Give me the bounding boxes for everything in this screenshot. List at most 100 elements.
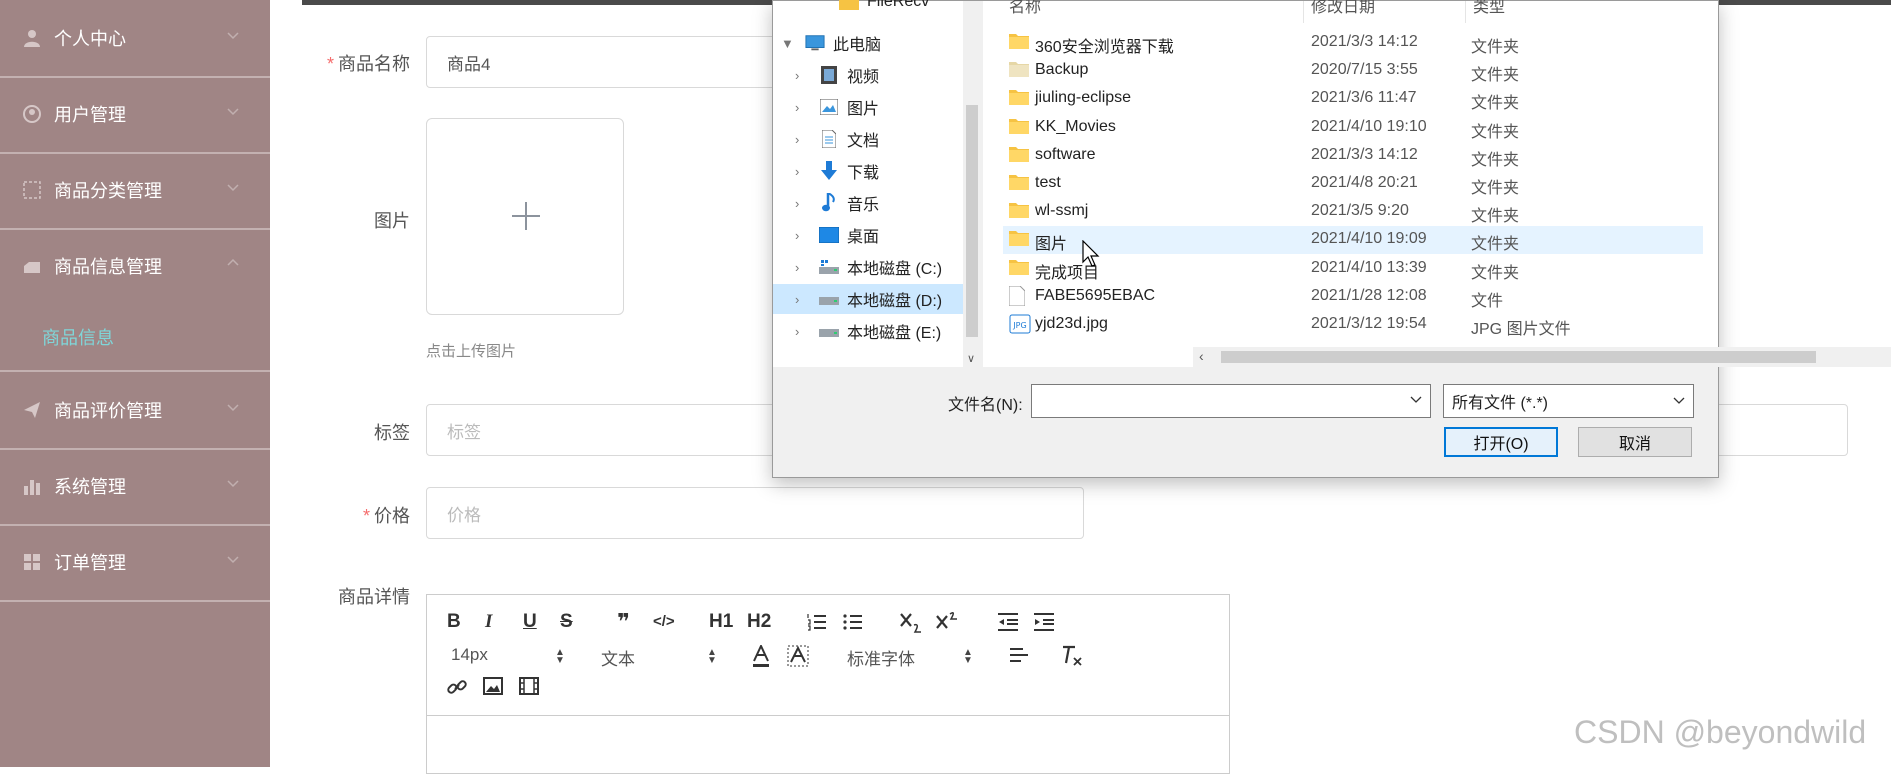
image-label: 图片: [374, 211, 410, 231]
font-size-select[interactable]: 14px ▲ ▼: [451, 645, 565, 666]
sidebar-item-system[interactable]: 系统管理: [0, 448, 270, 526]
column-type[interactable]: 类型: [1473, 0, 1505, 17]
clear-format-icon[interactable]: [1061, 645, 1083, 667]
link-icon[interactable]: [447, 677, 467, 697]
superscript-icon[interactable]: [935, 609, 959, 631]
tree-item-drive-e[interactable]: › 本地磁盘 (E:): [773, 316, 963, 346]
tree-item-pictures[interactable]: › 图片: [773, 92, 963, 122]
file-row[interactable]: wl-ssmj 2021/3/5 9:20 文件夹: [1003, 198, 1703, 226]
underline-button[interactable]: U: [523, 611, 537, 633]
sidebar-subitem-product-info[interactable]: 商品信息: [0, 304, 270, 372]
chevron-down-icon[interactable]: [1410, 393, 1422, 405]
file-name: yjd23d.jpg: [1035, 315, 1108, 332]
code-button[interactable]: </>: [653, 613, 675, 630]
video-icon[interactable]: [519, 677, 539, 695]
tree-item-videos[interactable]: › 视频: [773, 60, 963, 90]
tree-scrollbar[interactable]: ∨: [963, 1, 981, 367]
file-row[interactable]: JPG yjd23d.jpg 2021/3/12 19:54 JPG 图片文件: [1003, 311, 1703, 339]
font-color-icon[interactable]: [751, 645, 771, 667]
rich-text-editor[interactable]: B I U S ❞ </> H1 H2 14px ▲ ▼ 文本 ▲ ▼ 标准字体 ▲ ▼: [426, 594, 1230, 774]
file-type: 文件夹: [1471, 39, 1520, 56]
block-type-select[interactable]: 文本 ▲ ▼: [601, 645, 717, 670]
filename-input[interactable]: [1031, 384, 1431, 418]
sidebar-item-review[interactable]: 商品评价管理: [0, 372, 270, 450]
sidebar-item-label: 商品分类管理: [54, 181, 162, 201]
file-type: 文件夹: [1471, 123, 1520, 141]
file-type-select[interactable]: 所有文件 (*.*): [1443, 384, 1694, 418]
sidebar-item-users[interactable]: 用户管理: [0, 76, 270, 154]
column-name[interactable]: 名称: [1009, 0, 1041, 17]
svg-text:JPG: JPG: [1012, 321, 1026, 330]
subscript-icon[interactable]: [899, 611, 923, 633]
file-date: 2021/3/3 14:12: [1311, 145, 1418, 163]
review-icon: [22, 400, 42, 420]
italic-button[interactable]: I: [485, 611, 492, 633]
file-list: 名称 修改日期 类型 360安全浏览器下载 2021/3/3 14:12 文件夹 Ba…: [983, 0, 1891, 367]
chevron-down-icon: [227, 184, 239, 192]
chevron-right-icon: ›: [795, 227, 800, 243]
price-input[interactable]: 价格: [426, 487, 1084, 539]
file-type: 文件夹: [1471, 236, 1520, 254]
document-icon: [819, 129, 839, 149]
h2-button[interactable]: H2: [747, 611, 771, 633]
tree-item-downloads[interactable]: › 下载: [773, 156, 963, 186]
file-row[interactable]: KK_Movies 2021/4/10 19:10 文件夹: [1003, 114, 1703, 142]
sidebar-item-personal[interactable]: 个人中心: [0, 0, 270, 78]
picture-icon: [819, 97, 839, 117]
chart-icon: [22, 476, 42, 496]
file-date: 2021/4/10 19:10: [1311, 117, 1427, 135]
cancel-button[interactable]: 取消: [1578, 427, 1692, 457]
scroll-left-icon[interactable]: ‹: [1199, 348, 1204, 364]
sidebar-item-product[interactable]: 商品信息管理: [0, 228, 270, 304]
tree-item-documents[interactable]: › 文档: [773, 124, 963, 154]
sidebar-item-orders[interactable]: 订单管理: [0, 524, 270, 602]
tree-item-filerecv[interactable]: FileRecv: [773, 0, 963, 17]
computer-icon: [805, 33, 825, 53]
scrollbar-thumb[interactable]: [966, 105, 978, 337]
file-row[interactable]: 完成项目 2021/4/10 13:39 文件夹: [1003, 255, 1703, 283]
tree-item-drive-d[interactable]: › 本地磁盘 (D:): [773, 284, 963, 314]
tree-item-drive-c[interactable]: › 本地磁盘 (C:): [773, 252, 963, 282]
background-color-icon[interactable]: [787, 645, 809, 667]
indent-icon[interactable]: [1033, 613, 1055, 631]
blockquote-button[interactable]: ❞: [617, 609, 630, 635]
file-row[interactable]: test 2021/4/8 20:21 文件夹: [1003, 170, 1703, 198]
tag-label: 标签: [374, 423, 410, 443]
file-type: JPG 图片文件: [1471, 321, 1571, 338]
file-row[interactable]: 图片 2021/4/10 19:09 文件夹: [1003, 226, 1703, 255]
bold-button[interactable]: B: [447, 611, 461, 633]
ordered-list-icon[interactable]: [807, 613, 827, 631]
h1-button[interactable]: H1: [709, 611, 733, 633]
file-row[interactable]: 360安全浏览器下载 2021/3/3 14:12 文件夹: [1003, 29, 1703, 57]
file-row[interactable]: jiuling-eclipse 2021/3/6 11:47 文件夹: [1003, 85, 1703, 113]
align-icon[interactable]: [1009, 647, 1029, 665]
outdent-icon[interactable]: [997, 613, 1019, 631]
image-icon[interactable]: [483, 677, 503, 695]
chevron-right-icon: ›: [795, 291, 800, 307]
scroll-down-icon[interactable]: ∨: [967, 352, 975, 365]
open-button[interactable]: 打开(O): [1444, 427, 1558, 457]
sidebar-item-label: 商品评价管理: [54, 401, 162, 421]
sidebar-item-category[interactable]: 商品分类管理: [0, 152, 270, 230]
tree-item-desktop[interactable]: › 桌面: [773, 220, 963, 250]
file-type: 文件夹: [1471, 208, 1520, 226]
scrollbar-thumb[interactable]: [1221, 351, 1816, 363]
tree-item-this-pc[interactable]: ▼ 此电脑: [773, 28, 963, 58]
drive-icon: [819, 289, 839, 309]
file-row[interactable]: Backup 2020/7/15 3:55 文件夹: [1003, 57, 1703, 85]
image-upload[interactable]: [426, 118, 624, 315]
drive-icon: [819, 257, 839, 277]
sidebar-item-label: 系统管理: [54, 477, 126, 497]
file-row[interactable]: FABE5695EBAC 2021/1/28 12:08 文件: [1003, 283, 1703, 311]
file-name: KK_Movies: [1035, 117, 1116, 135]
bullet-list-icon[interactable]: [843, 613, 863, 631]
tree-item-music[interactable]: › 音乐: [773, 188, 963, 218]
folder-icon: [1009, 88, 1029, 110]
font-family-select[interactable]: 标准字体 ▲ ▼: [847, 645, 973, 670]
strike-button[interactable]: S: [560, 611, 573, 633]
download-icon: [819, 161, 839, 181]
file-row[interactable]: software 2021/3/3 14:12 文件夹: [1003, 142, 1703, 170]
file-list-scrollbar[interactable]: ‹ ›: [1193, 347, 1891, 367]
file-name: test: [1035, 174, 1061, 191]
column-date[interactable]: 修改日期: [1311, 0, 1375, 17]
